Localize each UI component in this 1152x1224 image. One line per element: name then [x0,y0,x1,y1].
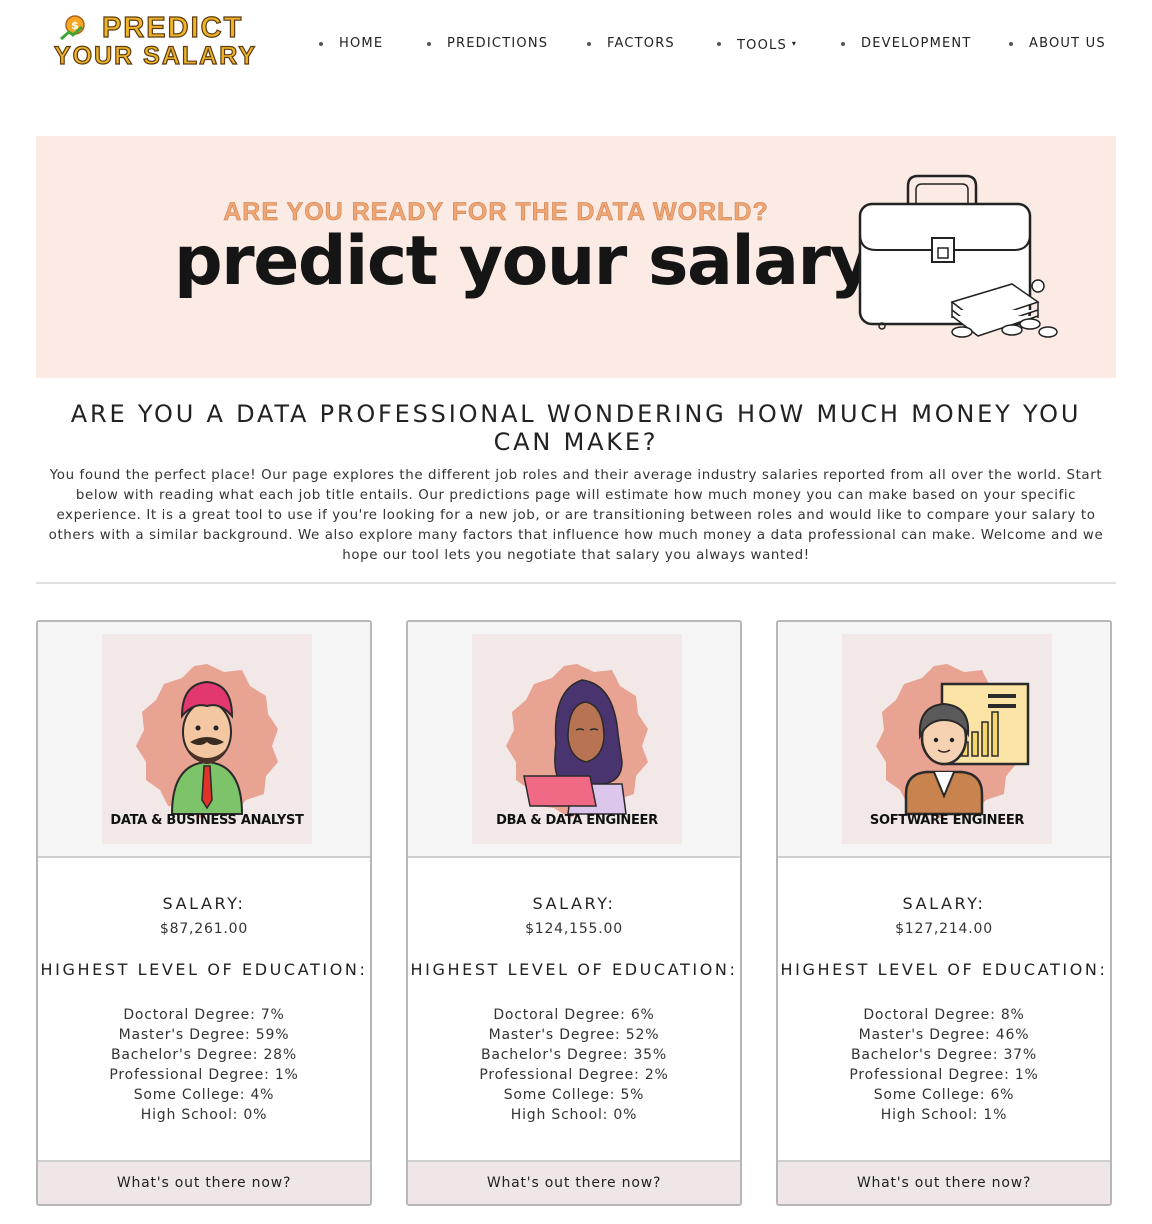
coin-arrow-icon: $ [60,15,85,40]
whats-out-there-button[interactable]: What's out there now? [38,1160,370,1204]
salary-heading: SALARY: [162,894,246,913]
education-list: Doctoral Degree: 6% Master's Degree: 52%… [408,1005,740,1125]
education-item: Doctoral Degree: 8% [863,1007,1025,1023]
salary-value: $127,214.00 [895,921,993,937]
bullet-icon [717,42,721,46]
salary-heading: SALARY: [532,894,616,913]
education-item: High School: 0% [510,1107,638,1123]
nav-about-us[interactable]: ABOUT US [1009,36,1106,52]
card-image-area: DATA & BUSINESS ANALYST [38,622,370,858]
whats-out-there-button[interactable]: What's out there now? [408,1160,740,1204]
analyst-avatar: DATA & BUSINESS ANALYST [102,634,312,844]
job-card-engineer: DBA & DATA ENGINEER SALARY: $124,155.00 … [406,620,742,1206]
education-item: Some College: 5% [503,1087,645,1103]
logo-line-2: YOUR SALARY [53,41,258,70]
software-engineer-avatar: SOFTWARE ENGINEER [842,634,1052,844]
job-role-label: DBA & DATA ENGINEER [496,813,658,828]
job-role-label: DATA & BUSINESS ANALYST [110,813,304,828]
education-item: Master's Degree: 59% [118,1027,290,1043]
education-list: Doctoral Degree: 7% Master's Degree: 59%… [38,1005,370,1125]
education-item: Professional Degree: 1% [109,1067,299,1083]
education-item: Doctoral Degree: 6% [493,1007,655,1023]
education-item: Bachelor's Degree: 35% [480,1047,667,1063]
salary-heading: SALARY: [902,894,986,913]
logo-line-1: PREDICT [101,11,244,44]
education-item: Bachelor's Degree: 28% [110,1047,297,1063]
card-image-area: DBA & DATA ENGINEER [408,622,740,858]
card-image-area: SOFTWARE ENGINEER [778,622,1110,858]
engineer-avatar: DBA & DATA ENGINEER [472,634,682,844]
caret-down-icon: ▾ [791,39,798,48]
site-header: $ PREDICT YOUR SALARY HOME PREDICTIONS F… [0,0,1152,90]
bullet-icon [587,42,591,46]
nav-tools[interactable]: TOOLS ▾ [717,36,798,54]
education-item: Master's Degree: 46% [858,1027,1030,1043]
education-item: High School: 0% [140,1107,268,1123]
site-logo[interactable]: $ PREDICT YOUR SALARY [53,11,255,72]
education-heading: HIGHEST LEVEL OF EDUCATION: [780,960,1108,979]
whats-out-there-button[interactable]: What's out there now? [778,1160,1110,1204]
hero-banner: ARE YOU READY FOR THE DATA WORLD? predic… [36,136,1116,378]
education-item: Some College: 6% [873,1087,1015,1103]
intro-paragraph: You found the perfect place! Our page ex… [48,468,1104,563]
education-heading: HIGHEST LEVEL OF EDUCATION: [40,960,368,979]
job-card-analyst: DATA & BUSINESS ANALYST SALARY: $87,261.… [36,620,372,1206]
section-divider [36,582,1116,584]
bullet-icon [427,42,431,46]
hero-title: predict your salary [174,222,874,301]
page-headline: ARE YOU A DATA PROFESSIONAL WONDERING HO… [70,400,1082,456]
nav-predictions[interactable]: PREDICTIONS [427,36,548,52]
nav-home[interactable]: HOME [319,36,383,52]
education-item: Bachelor's Degree: 37% [850,1047,1037,1063]
bullet-icon [319,42,323,46]
bullet-icon [1009,42,1013,46]
nav-factors[interactable]: FACTORS [587,36,675,52]
bullet-icon [841,42,845,46]
briefcase-money-icon [858,174,1058,338]
salary-value: $124,155.00 [525,921,623,937]
education-heading: HIGHEST LEVEL OF EDUCATION: [410,960,738,979]
education-item: Some College: 4% [133,1087,275,1103]
job-role-label: SOFTWARE ENGINEER [869,813,1025,828]
education-list: Doctoral Degree: 8% Master's Degree: 46%… [778,1005,1110,1125]
education-item: Master's Degree: 52% [488,1027,660,1043]
education-item: Professional Degree: 1% [849,1067,1039,1083]
education-item: Professional Degree: 2% [479,1067,669,1083]
education-item: Doctoral Degree: 7% [123,1007,285,1023]
job-card-software-engineer: SOFTWARE ENGINEER SALARY: $127,214.00 HI… [776,620,1112,1206]
education-item: High School: 1% [880,1107,1008,1123]
nav-development[interactable]: DEVELOPMENT [841,36,971,52]
salary-value: $87,261.00 [159,921,249,937]
